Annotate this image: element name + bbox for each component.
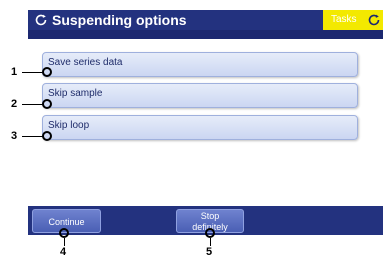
refresh-icon [35,14,47,26]
callout-line [210,238,211,246]
callout-marker [59,228,69,238]
callout-line [64,238,65,246]
callout-line [22,136,44,137]
callout-marker [42,131,52,141]
callout-number: 1 [11,66,18,78]
skip-loop-button[interactable]: Skip loop [42,115,358,140]
stop-label-line1: Stop [200,211,220,221]
skip-sample-button[interactable]: Skip sample [42,83,358,108]
title-bar: Suspending options Tasks [28,10,383,30]
refresh-icon [368,14,380,26]
callout-line [22,104,44,105]
option-label: Skip loop [48,120,90,131]
option-label: Save series data [48,57,123,68]
callout-number: 5 [206,246,213,258]
tasks-button[interactable]: Tasks [323,10,383,30]
callout-marker [42,67,52,77]
tasks-label: Tasks [331,14,357,25]
option-label: Skip sample [48,88,103,99]
page-title: Suspending options [52,12,187,28]
callout-number: 4 [60,246,67,258]
callout-number: 3 [11,130,18,142]
callout-line [22,72,44,73]
callout-number: 2 [11,98,18,110]
continue-label: Continue [48,217,85,227]
callout-marker [42,99,52,109]
header-strip [28,30,383,39]
callout-marker [205,228,215,238]
save-series-data-button[interactable]: Save series data [42,52,358,77]
